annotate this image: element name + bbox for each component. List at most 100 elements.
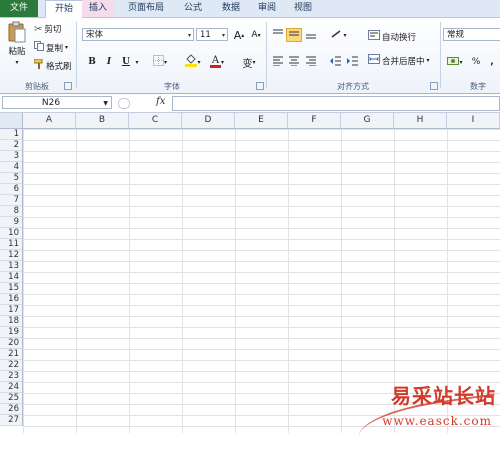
column-header[interactable]: I bbox=[447, 113, 500, 128]
row-header[interactable]: 1 bbox=[0, 129, 22, 140]
phonetic-guide-button[interactable]: 变 ▾ bbox=[238, 55, 260, 70]
comma-style-button[interactable]: , bbox=[484, 55, 500, 69]
tab-page-layout[interactable]: 页面布局 bbox=[124, 0, 168, 17]
increase-indent-icon bbox=[347, 56, 359, 69]
font-name-combo[interactable]: 宋体 ▾ bbox=[82, 28, 194, 41]
underline-dropdown[interactable]: ▾ bbox=[133, 55, 141, 69]
cut-button[interactable]: ✂ 剪切 bbox=[34, 23, 62, 36]
tab-view[interactable]: 视图 bbox=[290, 0, 316, 17]
column-header[interactable]: D bbox=[182, 113, 235, 128]
chevron-down-icon: ▾ bbox=[135, 58, 139, 66]
align-top-button[interactable] bbox=[270, 28, 286, 42]
row-header[interactable]: 2 bbox=[0, 140, 22, 151]
row-header-bar: 1 2 3 4 5 6 7 8 9 10 11 12 13 14 15 16 17 18 19 20 21 22 23 24 2… bbox=[0, 129, 23, 426]
row-header[interactable]: 27 bbox=[0, 415, 22, 426]
row-header[interactable]: 17 bbox=[0, 305, 22, 316]
row-header[interactable]: 12 bbox=[0, 250, 22, 261]
decrease-indent-button[interactable] bbox=[328, 55, 344, 69]
borders-button[interactable]: ▾ bbox=[150, 55, 170, 69]
align-middle-icon bbox=[288, 29, 300, 42]
font-group-label: 字体 bbox=[164, 82, 180, 91]
row-header[interactable]: 7 bbox=[0, 195, 22, 206]
formula-input[interactable] bbox=[172, 96, 500, 111]
increase-indent-button[interactable] bbox=[345, 55, 361, 69]
underline-button[interactable]: U bbox=[118, 55, 134, 69]
align-left-button[interactable] bbox=[270, 55, 286, 69]
splitter-handle-icon[interactable] bbox=[118, 98, 130, 109]
wrap-text-button[interactable]: 自动换行 bbox=[368, 30, 416, 43]
row-header[interactable]: 5 bbox=[0, 173, 22, 184]
select-all-button[interactable] bbox=[0, 113, 23, 128]
column-header[interactable]: A bbox=[23, 113, 76, 128]
row-header[interactable]: 18 bbox=[0, 316, 22, 327]
chevron-down-icon: ▾ bbox=[252, 58, 256, 66]
copy-button[interactable]: 复制 ▾ bbox=[34, 41, 68, 54]
bold-button[interactable]: B bbox=[84, 55, 100, 69]
row-header[interactable]: 8 bbox=[0, 206, 22, 217]
row-header[interactable]: 4 bbox=[0, 162, 22, 173]
italic-button[interactable]: I bbox=[101, 55, 117, 69]
grow-font-button[interactable]: A ▴ bbox=[231, 28, 247, 42]
arrow-up-icon: ▴ bbox=[241, 31, 245, 39]
name-box-value: N26 bbox=[41, 98, 61, 108]
orientation-button[interactable]: ▾ bbox=[328, 28, 350, 42]
row-header[interactable]: 9 bbox=[0, 217, 22, 228]
name-box[interactable]: N26 ▼ bbox=[2, 96, 112, 109]
align-center-button[interactable] bbox=[286, 55, 302, 69]
align-right-button[interactable] bbox=[303, 55, 319, 69]
merge-center-button[interactable]: 合并后居中 ▾ bbox=[368, 54, 430, 67]
number-format-combo[interactable]: 常规 bbox=[443, 28, 500, 41]
align-middle-button[interactable] bbox=[286, 28, 302, 42]
accounting-format-button[interactable]: ▾ bbox=[444, 55, 466, 69]
align-bottom-button[interactable] bbox=[303, 28, 319, 42]
column-header[interactable]: B bbox=[76, 113, 129, 128]
column-header[interactable]: G bbox=[341, 113, 394, 128]
row-header[interactable]: 25 bbox=[0, 393, 22, 404]
scissors-icon: ✂ bbox=[34, 23, 43, 35]
row-header[interactable]: 14 bbox=[0, 272, 22, 283]
row-header[interactable]: 21 bbox=[0, 349, 22, 360]
row-header[interactable]: 15 bbox=[0, 283, 22, 294]
tab-insert[interactable]: 插入 bbox=[82, 0, 114, 17]
column-header[interactable]: H bbox=[394, 113, 447, 128]
format-painter-button[interactable]: 格式刷 bbox=[33, 58, 72, 72]
tab-home[interactable]: 开始 bbox=[45, 0, 83, 19]
column-header[interactable]: F bbox=[288, 113, 341, 128]
clipboard-dialog-launcher-icon[interactable] bbox=[64, 82, 72, 90]
row-header[interactable]: 22 bbox=[0, 360, 22, 371]
font-color-button[interactable]: A ▾ bbox=[206, 55, 228, 69]
row-header[interactable]: 3 bbox=[0, 151, 22, 162]
tab-review[interactable]: 审阅 bbox=[254, 0, 280, 17]
font-size-combo[interactable]: 11 ▾ bbox=[196, 28, 228, 41]
tab-file[interactable]: 文件 bbox=[0, 0, 38, 17]
row-header[interactable]: 11 bbox=[0, 239, 22, 250]
chevron-down-icon: ▾ bbox=[65, 44, 69, 51]
row-header[interactable]: 20 bbox=[0, 338, 22, 349]
percent-icon: % bbox=[471, 57, 481, 67]
paste-button[interactable]: 粘贴 ▾ bbox=[4, 21, 30, 66]
row-header[interactable]: 23 bbox=[0, 371, 22, 382]
percent-style-button[interactable]: % bbox=[468, 55, 484, 69]
chevron-down-icon: ▾ bbox=[163, 58, 167, 66]
cut-label: 剪切 bbox=[44, 25, 62, 35]
font-color-icon: A bbox=[209, 56, 221, 68]
row-header[interactable]: 24 bbox=[0, 382, 22, 393]
font-dialog-launcher-icon[interactable] bbox=[256, 82, 264, 90]
watermark-url: www.easck.com bbox=[382, 414, 492, 428]
column-header[interactable]: C bbox=[129, 113, 182, 128]
row-header[interactable]: 10 bbox=[0, 228, 22, 239]
row-header[interactable]: 13 bbox=[0, 261, 22, 272]
column-header[interactable]: E bbox=[235, 113, 288, 128]
row-header[interactable]: 19 bbox=[0, 327, 22, 338]
formula-bar-controls: fx bbox=[116, 95, 170, 110]
watermark-title: 易采站长站 bbox=[391, 384, 496, 408]
row-header[interactable]: 26 bbox=[0, 404, 22, 415]
insert-function-button[interactable]: fx bbox=[156, 96, 165, 107]
alignment-dialog-launcher-icon[interactable] bbox=[430, 82, 438, 90]
row-header[interactable]: 16 bbox=[0, 294, 22, 305]
tab-formulas[interactable]: 公式 bbox=[178, 0, 208, 17]
tab-data[interactable]: 数据 bbox=[218, 0, 244, 17]
shrink-font-button[interactable]: A ▾ bbox=[248, 28, 264, 42]
fill-color-button[interactable]: ▾ bbox=[182, 54, 204, 69]
row-header[interactable]: 6 bbox=[0, 184, 22, 195]
